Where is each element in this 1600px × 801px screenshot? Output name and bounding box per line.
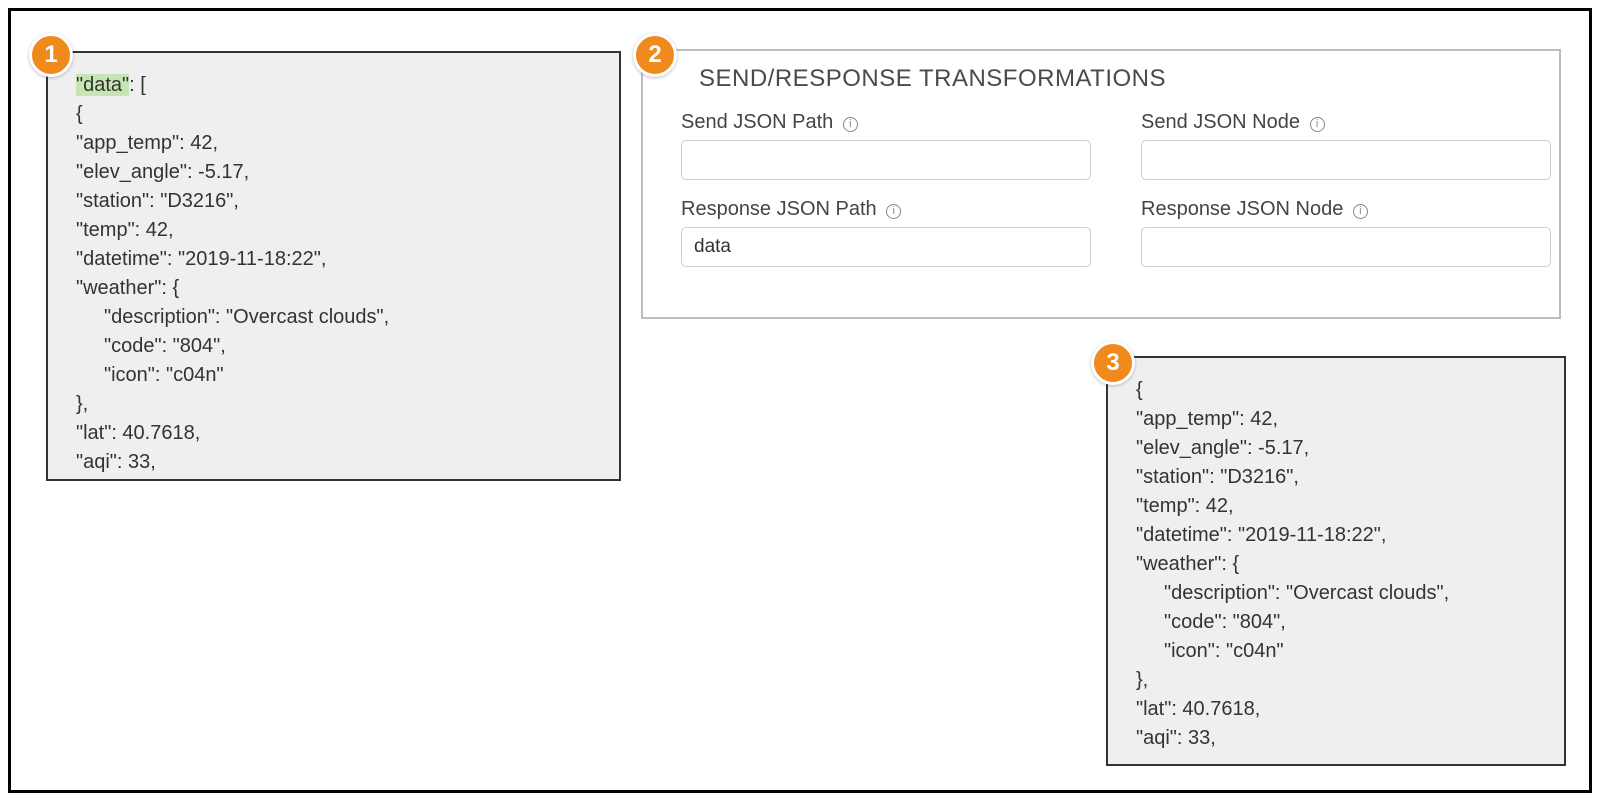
code-line: "description": "Overcast clouds", [1136,579,1546,608]
info-icon[interactable]: i [843,117,858,132]
response-json-node-label: Response JSON Node i [1141,198,1551,221]
label-text: Response JSON Path [681,198,877,220]
code-line: { [1136,376,1546,405]
code-line: "icon": "c04n" [1136,637,1546,666]
send-json-path-label: Send JSON Path i [681,111,1091,134]
label-text: Send JSON Node [1141,111,1300,133]
response-json-path-field: Response JSON Path i [681,198,1091,267]
response-json-path-label: Response JSON Path i [681,198,1091,221]
highlighted-data-key: "data" [76,74,129,96]
code-line: "datetime": "2019-11-18:22", [76,245,601,274]
response-json-node-input[interactable] [1141,227,1551,267]
step-badge-3: 3 [1091,341,1135,385]
code-text: : [ [129,74,146,96]
step-badge-1: 1 [29,33,73,77]
info-icon[interactable]: i [1353,204,1368,219]
transformations-panel: SEND/RESPONSE TRANSFORMATIONS Send JSON … [641,49,1561,319]
code-line: "station": "D3216", [76,187,601,216]
code-line: "elev_angle": -5.17, [1136,434,1546,463]
code-line: "weather": { [76,274,601,303]
label-text: Send JSON Path [681,111,833,133]
code-line: "temp": 42, [1136,492,1546,521]
send-json-path-input[interactable] [681,140,1091,180]
code-line: "icon": "c04n" [76,361,601,390]
info-icon[interactable]: i [886,204,901,219]
response-json-path-input[interactable] [681,227,1091,267]
code-line: "code": "804", [76,332,601,361]
panel-title: SEND/RESPONSE TRANSFORMATIONS [699,65,1537,93]
code-line: "station": "D3216", [1136,463,1546,492]
code-line: "description": "Overcast clouds", [76,303,601,332]
send-json-node-label: Send JSON Node i [1141,111,1551,134]
response-json-node-field: Response JSON Node i [1141,198,1551,267]
diagram-canvas: 1 "data": [ { "app_temp": 42, "elev_angl… [8,8,1592,793]
transformed-json-box: { "app_temp": 42, "elev_angle": -5.17, "… [1106,356,1566,766]
label-text: Response JSON Node [1141,198,1343,220]
form-grid: Send JSON Path i Send JSON Node i Respon… [681,111,1537,267]
code-line: "temp": 42, [76,216,601,245]
send-json-path-field: Send JSON Path i [681,111,1091,180]
code-line: "datetime": "2019-11-18:22", [1136,521,1546,550]
code-line: "app_temp": 42, [1136,405,1546,434]
info-icon[interactable]: i [1310,117,1325,132]
code-line: }, [76,390,601,419]
code-line: "aqi": 33, [1136,724,1546,753]
code-line: "lat": 40.7618, [1136,695,1546,724]
code-line: }, [1136,666,1546,695]
send-json-node-field: Send JSON Node i [1141,111,1551,180]
raw-json-response-box: "data": [ { "app_temp": 42, "elev_angle"… [46,51,621,481]
code-line: "code": "804", [1136,608,1546,637]
send-json-node-input[interactable] [1141,140,1551,180]
code-line: "weather": { [1136,550,1546,579]
code-line: "app_temp": 42, [76,129,601,158]
code-line: "lat": 40.7618, [76,419,601,448]
code-line: { [76,100,601,129]
code-line: "elev_angle": -5.17, [76,158,601,187]
step-badge-2: 2 [633,33,677,77]
code-line: "aqi": 33, [76,448,601,477]
code-line: "data": [ [76,71,601,100]
